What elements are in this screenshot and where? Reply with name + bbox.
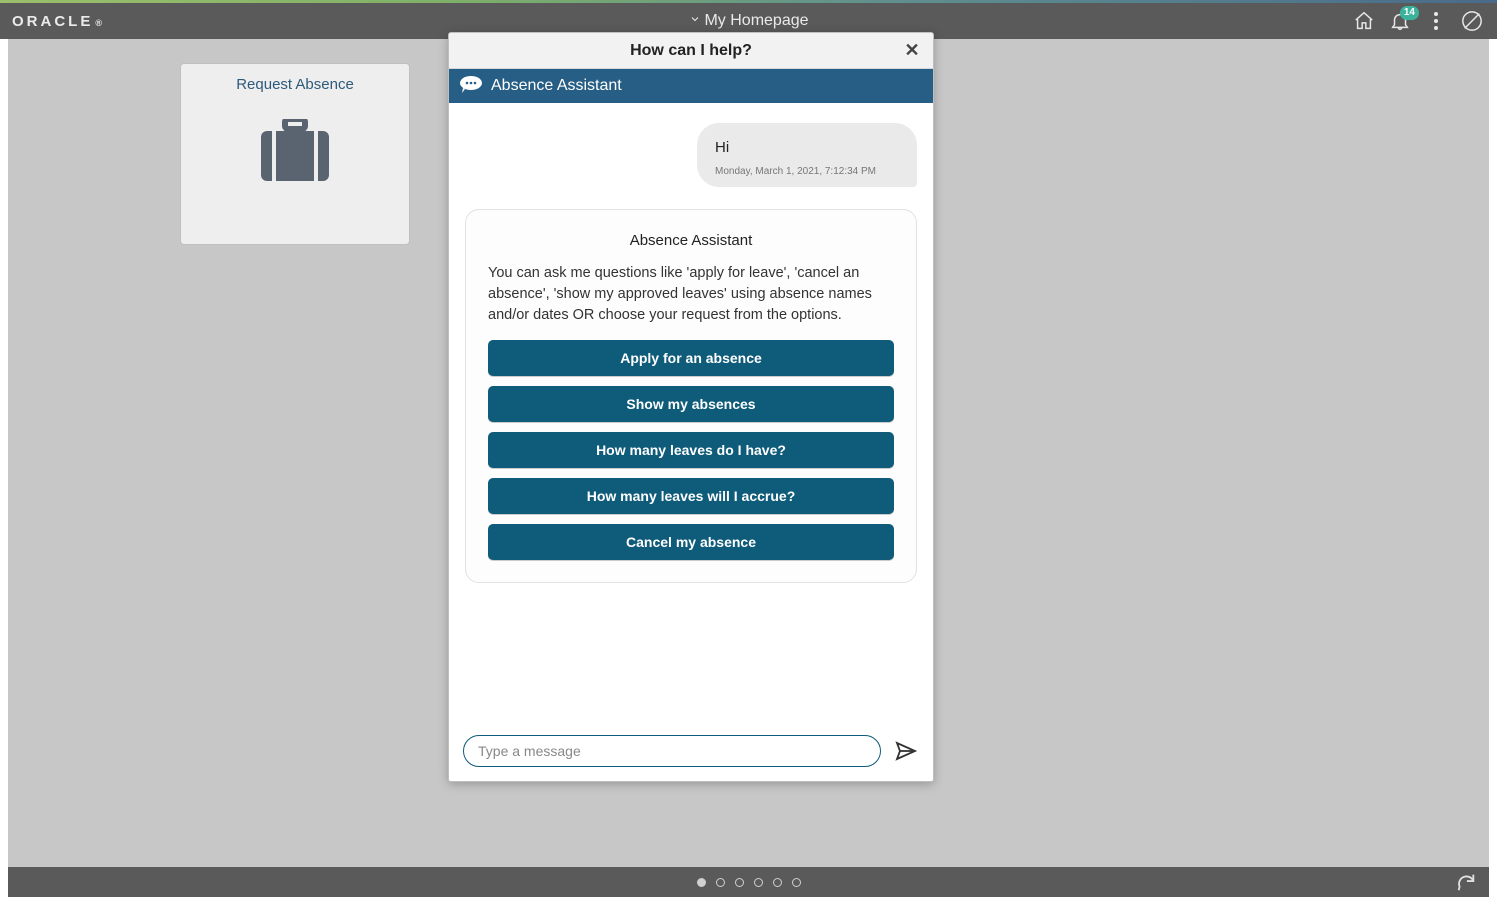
option-show-absences[interactable]: Show my absences (488, 386, 894, 422)
home-icon[interactable] (1353, 10, 1375, 32)
notifications-icon[interactable]: 14 (1389, 10, 1411, 32)
notification-badge: 14 (1400, 6, 1419, 20)
chat-bubble-icon (459, 75, 483, 98)
card-title: Absence Assistant (488, 232, 894, 249)
option-apply-absence[interactable]: Apply for an absence (488, 340, 894, 376)
assistant-card: Absence Assistant You can ask me questio… (465, 209, 917, 583)
chatbot-dialog: How can I help? ✕ Absence Assistant Hi M… (448, 32, 934, 782)
page-dot[interactable] (773, 878, 782, 887)
card-description: You can ask me questions like 'apply for… (488, 263, 894, 326)
user-message-text: Hi (715, 139, 899, 156)
compass-icon[interactable] (1461, 10, 1483, 32)
menu-icon[interactable] (1425, 10, 1447, 32)
page-dot[interactable] (735, 878, 744, 887)
option-cancel-absence[interactable]: Cancel my absence (488, 524, 894, 560)
user-message-bubble: Hi Monday, March 1, 2021, 7:12:34 PM (697, 123, 917, 187)
dialog-titlebar: How can I help? ✕ (449, 33, 933, 69)
page-dot[interactable] (697, 878, 706, 887)
footer-bar (8, 867, 1489, 897)
send-icon[interactable] (893, 738, 919, 764)
tile-request-absence[interactable]: Request Absence (180, 63, 410, 245)
option-leaves-accrue[interactable]: How many leaves will I accrue? (488, 478, 894, 514)
page-title-dropdown[interactable]: My Homepage (688, 12, 808, 30)
brand-logo: ORACLE® (0, 13, 105, 30)
option-leaves-have[interactable]: How many leaves do I have? (488, 432, 894, 468)
header-actions: 14 (1353, 10, 1497, 32)
dialog-title: How can I help? (630, 42, 752, 60)
chevron-down-icon (688, 12, 700, 30)
tile-title: Request Absence (181, 64, 409, 93)
message-input[interactable] (463, 735, 881, 767)
page-dots[interactable] (697, 878, 801, 887)
suitcase-icon (181, 119, 409, 185)
assistant-name: Absence Assistant (491, 77, 622, 95)
message-timestamp: Monday, March 1, 2021, 7:12:34 PM (715, 166, 899, 177)
trademark-icon: ® (95, 18, 105, 28)
page-dot[interactable] (792, 878, 801, 887)
page-title: My Homepage (704, 12, 808, 30)
close-icon[interactable]: ✕ (901, 39, 923, 61)
dialog-input-row (449, 725, 933, 781)
brand-text: ORACLE (12, 13, 93, 30)
dialog-body: Hi Monday, March 1, 2021, 7:12:34 PM Abs… (449, 103, 933, 725)
page-dot[interactable] (716, 878, 725, 887)
refresh-icon[interactable] (1455, 871, 1477, 898)
page-dot[interactable] (754, 878, 763, 887)
dialog-subheader: Absence Assistant (449, 69, 933, 103)
